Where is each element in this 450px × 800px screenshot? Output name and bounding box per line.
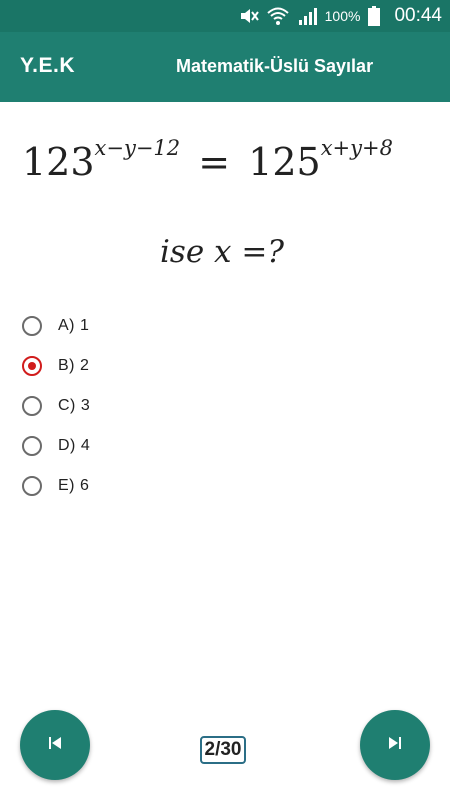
- mute-icon: [239, 6, 259, 26]
- equation: 123x−y−12 = 125x+y+8: [22, 136, 393, 184]
- option-e[interactable]: E) 6: [22, 466, 90, 506]
- radio-button[interactable]: [22, 476, 42, 496]
- status-bar: 100% 00:44: [0, 0, 450, 32]
- radio-button[interactable]: [22, 436, 42, 456]
- option-label: C) 3: [58, 397, 91, 414]
- question-counter: 2/30: [200, 736, 246, 764]
- radio-button[interactable]: [22, 396, 42, 416]
- previous-button[interactable]: [20, 710, 90, 780]
- clock: 00:44: [394, 5, 442, 26]
- radio-button-selected[interactable]: [22, 356, 42, 376]
- option-a[interactable]: A) 1: [22, 306, 90, 346]
- option-c[interactable]: C) 3: [22, 386, 90, 426]
- rhs-base: 125: [248, 140, 321, 184]
- app-brand: Y.E.K: [20, 54, 76, 77]
- battery-percent: 100%: [324, 8, 361, 24]
- skip-next-icon: [388, 736, 402, 755]
- option-label: B) 2: [58, 357, 90, 374]
- signal-icon: [297, 6, 317, 26]
- wifi-icon: [266, 6, 289, 26]
- equals-sign: =: [198, 140, 231, 184]
- option-d[interactable]: D) 4: [22, 426, 90, 466]
- status-icons: 100% 00:44: [239, 0, 442, 32]
- option-label: A) 1: [58, 317, 90, 334]
- answer-options: A) 1 B) 2 C) 3 D) 4 E) 6: [22, 306, 90, 506]
- page-title: Matematik-Üslü Sayılar: [176, 56, 374, 76]
- lhs-base: 123: [22, 140, 95, 184]
- option-label: E) 6: [58, 477, 90, 494]
- question-prompt: ise x =?: [160, 234, 284, 270]
- lhs-exponent: x−y−12: [94, 136, 181, 160]
- next-button[interactable]: [360, 710, 430, 780]
- skip-previous-icon: [48, 736, 62, 755]
- battery-icon: [368, 6, 381, 26]
- radio-button[interactable]: [22, 316, 42, 336]
- option-label: D) 4: [58, 437, 91, 454]
- app-bar: Y.E.K Matematik-Üslü Sayılar: [0, 32, 450, 102]
- option-b[interactable]: B) 2: [22, 346, 90, 386]
- rhs-exponent: x+y+8: [320, 136, 393, 160]
